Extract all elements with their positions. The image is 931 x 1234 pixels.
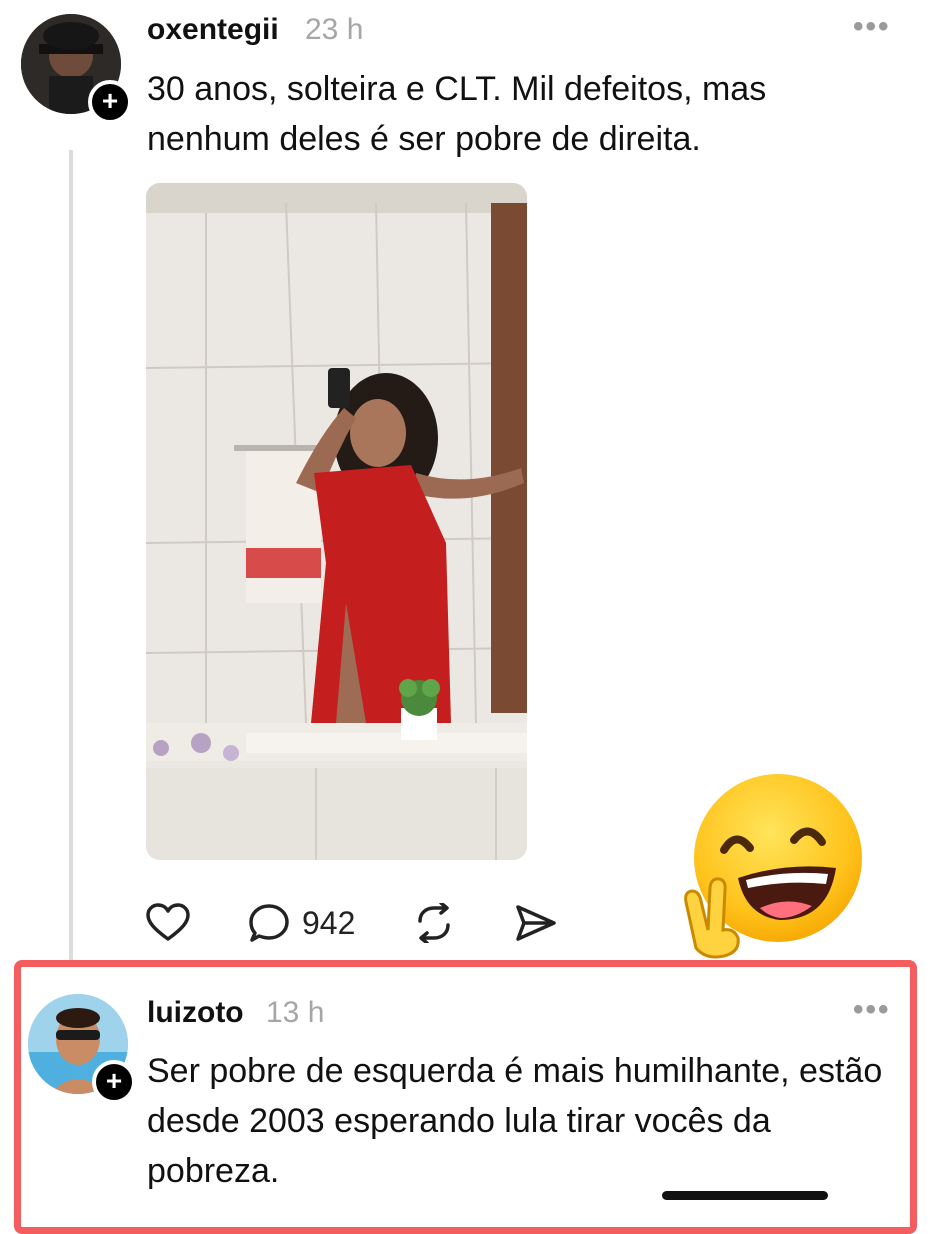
follow-button[interactable]: + — [88, 80, 132, 124]
grinning-victory-emoji-icon — [676, 770, 866, 960]
heart-icon[interactable] — [146, 903, 190, 948]
author-username[interactable]: oxentegii — [147, 13, 279, 47]
thread-line — [69, 150, 73, 960]
photo-image — [146, 183, 527, 860]
repost-icon[interactable] — [412, 901, 456, 948]
reply-count: 942 — [302, 905, 356, 941]
reply-author-username[interactable]: luizoto — [147, 996, 244, 1030]
home-indicator — [662, 1191, 828, 1200]
post-text: 30 anos, solteira e CLT. Mil defeitos, m… — [147, 70, 767, 158]
post-timestamp: 23 h — [305, 13, 364, 46]
follow-button[interactable]: + — [92, 1060, 136, 1104]
reply-icon[interactable] — [248, 903, 292, 948]
reply-timestamp: 13 h — [266, 996, 325, 1029]
more-options-icon[interactable]: ••• — [853, 993, 891, 1027]
send-icon[interactable] — [514, 903, 558, 948]
post-photo[interactable] — [146, 183, 527, 860]
reply-text: Ser pobre de esquerda é mais humilhante,… — [147, 1052, 883, 1190]
more-options-icon[interactable]: ••• — [853, 10, 891, 44]
